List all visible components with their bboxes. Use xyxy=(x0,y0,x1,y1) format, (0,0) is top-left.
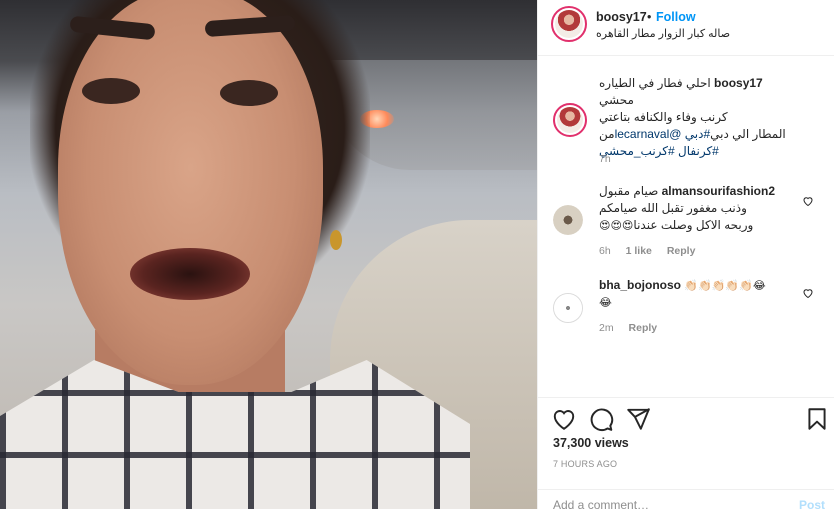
post-video[interactable] xyxy=(0,0,537,509)
caption-line2: كرنب وفاء والكنافه بتاعتي xyxy=(599,110,728,124)
mention-lecarnaval[interactable]: @lecarnaval xyxy=(615,127,682,141)
post-comment-button[interactable]: Post xyxy=(799,498,825,509)
comment: bha_bojonoso 👏🏻👏🏻👏🏻👏🏻👏🏻😂 😂 xyxy=(599,277,799,311)
comment-like-heart-icon[interactable] xyxy=(802,194,814,207)
post-header: boosy17 • Follow صاله كبار الزوار مطار ا… xyxy=(538,0,834,56)
commenter-avatar[interactable] xyxy=(553,205,583,235)
caption-meta: 7h xyxy=(599,153,623,165)
earring xyxy=(330,230,342,250)
comment-icon[interactable] xyxy=(588,406,614,432)
comment-text: وذنب مغفور تقبل الله صيامكم xyxy=(599,201,747,215)
reply-button[interactable]: Reply xyxy=(667,245,696,257)
caption-avatar[interactable] xyxy=(553,103,587,137)
comment: almansourifashion2 صيام مقبول وذنب مغفور… xyxy=(599,183,799,234)
post-location[interactable]: صاله كبار الزوار مطار القاهره xyxy=(596,27,730,40)
bookmark-icon[interactable] xyxy=(804,406,830,432)
comment-emoji: 😍😍😍 xyxy=(599,219,634,232)
caption-line3: المطار الي دبي xyxy=(710,127,786,141)
comment-time[interactable]: 2m xyxy=(599,322,614,334)
comment-username[interactable]: almansourifashion2 xyxy=(662,184,775,198)
author-username[interactable]: boosy17 xyxy=(596,10,647,24)
caption-time[interactable]: 7h xyxy=(599,153,611,165)
heart-icon[interactable] xyxy=(551,406,577,432)
comment-like-heart-icon[interactable] xyxy=(802,286,814,299)
hashtag-dubai[interactable]: #دبي xyxy=(685,127,710,141)
follow-button[interactable]: Follow xyxy=(656,10,696,24)
comment-username[interactable]: bha_bojonoso xyxy=(599,278,681,292)
post-timestamp[interactable]: 7 HOURS AGO xyxy=(553,459,617,469)
comment-time[interactable]: 6h xyxy=(599,245,611,257)
mouth xyxy=(130,248,250,300)
comment-meta: 2m Reply xyxy=(599,322,669,334)
view-count[interactable]: 37,300 views xyxy=(553,436,629,450)
comment-emoji: 😂 xyxy=(599,296,612,309)
comments-list[interactable]: boosy17 احلي فطار في الطياره محشي كرنب و… xyxy=(538,57,834,397)
caption-line1: احلي فطار في الطياره محشي xyxy=(599,76,711,107)
add-comment-bar: Post xyxy=(538,489,834,509)
author-avatar[interactable] xyxy=(551,6,587,42)
header-separator: • xyxy=(647,10,652,24)
caption-username[interactable]: boosy17 xyxy=(714,76,763,90)
comment-text: وربحه الاكل وصلت عندنا xyxy=(633,218,754,232)
reply-button[interactable]: Reply xyxy=(629,322,658,334)
comment-likes[interactable]: 1 like xyxy=(626,245,652,257)
left-eye xyxy=(82,78,140,104)
post-side-panel: boosy17 • Follow صاله كبار الزوار مطار ا… xyxy=(537,0,834,509)
comment-meta: 6h 1 like Reply xyxy=(599,245,707,257)
caption-line3-end: من xyxy=(599,127,615,141)
right-eye xyxy=(220,80,278,106)
comment-text: صيام مقبول xyxy=(599,184,659,198)
comment-emoji: 👏🏻👏🏻👏🏻👏🏻👏🏻😂 xyxy=(684,279,766,292)
commenter-avatar[interactable] xyxy=(553,293,583,323)
hashtag-carnival[interactable]: #كرنفال xyxy=(678,144,719,158)
caption: boosy17 احلي فطار في الطياره محشي كرنب و… xyxy=(599,75,799,160)
add-comment-input[interactable] xyxy=(553,498,773,509)
share-icon[interactable] xyxy=(625,406,651,432)
face xyxy=(58,0,323,385)
